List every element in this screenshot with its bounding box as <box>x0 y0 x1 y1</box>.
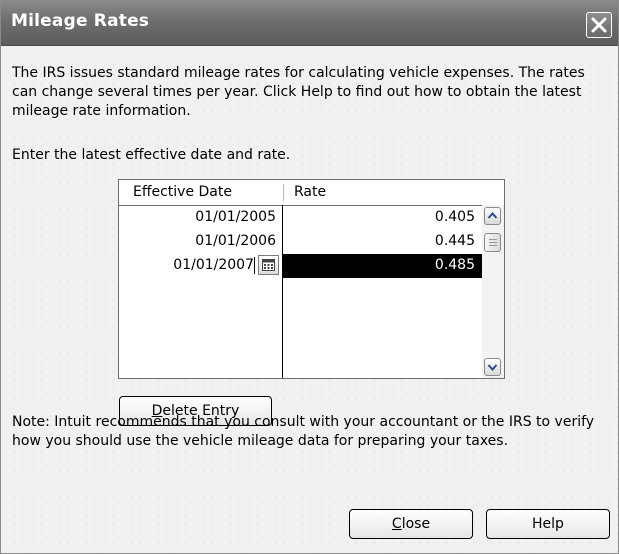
close-window-button[interactable] <box>586 12 612 38</box>
header-divider <box>283 184 284 201</box>
effective-date-cell[interactable]: 01/01/2006 <box>119 233 276 249</box>
mileage-rates-table[interactable]: Effective Date Rate 01/01/2005 0.405 01/… <box>118 179 505 379</box>
table-row[interactable]: 01/01/2005 0.405 <box>119 206 482 230</box>
note-text: Note: Intuit recommends that you consult… <box>12 414 595 449</box>
title-bar[interactable]: Mileage Rates <box>1 1 618 46</box>
column-header-effective-date[interactable]: Effective Date <box>133 184 232 200</box>
mileage-rates-dialog: Mileage Rates The IRS issues standard mi… <box>0 0 619 554</box>
help-button[interactable]: Help <box>486 509 610 539</box>
effective-date-input[interactable]: 01/01/2007 <box>119 257 254 273</box>
table-row-selected[interactable]: 01/01/2007 0.485 <box>119 254 482 278</box>
rate-cell[interactable]: 0.405 <box>283 209 475 225</box>
instruction-text: Enter the latest effective date and rate… <box>12 147 291 163</box>
rate-cell-selected[interactable]: 0.485 <box>283 257 475 273</box>
scroll-down-icon <box>487 364 498 372</box>
scroll-down-button[interactable] <box>484 358 501 376</box>
scroll-up-icon <box>487 211 498 219</box>
rate-cell[interactable]: 0.445 <box>283 233 475 249</box>
table-row[interactable]: 01/01/2006 0.445 <box>119 230 482 254</box>
date-picker-button[interactable] <box>258 255 279 275</box>
scroll-up-button[interactable] <box>484 207 501 225</box>
close-access-key: C <box>391 516 402 532</box>
effective-date-cell[interactable]: 01/01/2005 <box>119 209 276 225</box>
intro-text: The IRS issues standard mileage rates fo… <box>12 65 585 119</box>
close-button-label: lose <box>401 516 431 532</box>
close-button[interactable]: Close <box>349 509 473 539</box>
text-caret <box>254 257 255 274</box>
table-header: Effective Date Rate <box>119 180 504 206</box>
column-header-rate[interactable]: Rate <box>294 184 326 200</box>
close-icon <box>591 17 607 33</box>
window-title: Mileage Rates <box>11 11 150 31</box>
scrollbar-thumb[interactable] <box>484 233 501 252</box>
calendar-icon <box>262 259 275 271</box>
vertical-scrollbar[interactable] <box>482 205 504 378</box>
